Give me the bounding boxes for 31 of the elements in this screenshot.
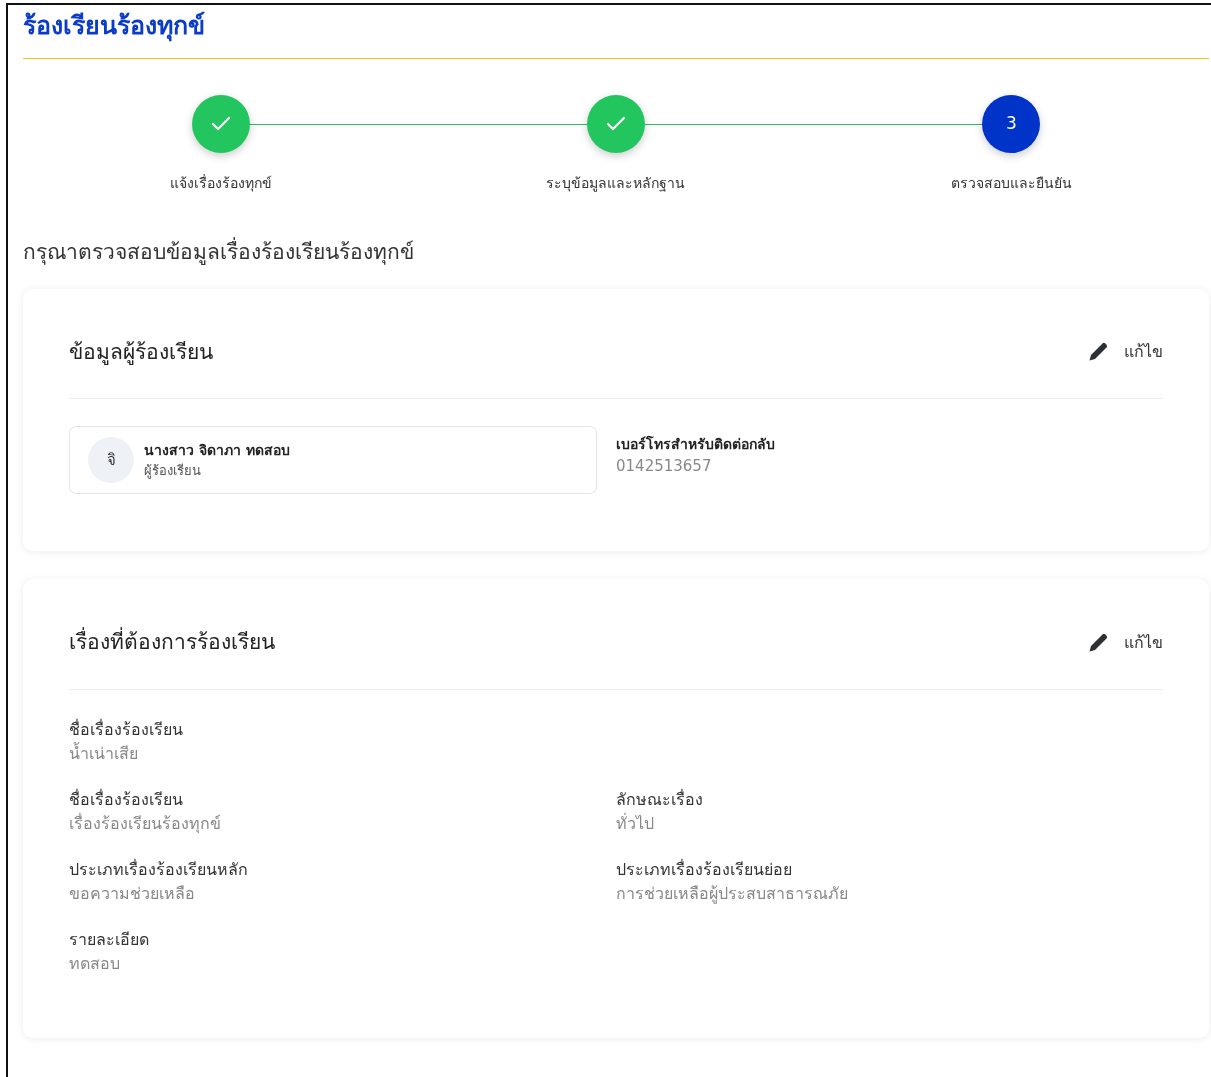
step-label: ระบุข้อมูลและหลักฐาน <box>546 174 686 194</box>
person-name: นางสาว จิดาภา ทดสอบ <box>144 440 290 460</box>
current-step-circle: 3 <box>982 95 1041 153</box>
field-value: ขอความช่วยเหลือ <box>69 882 196 905</box>
field-label: ลักษณะเรื่อง <box>616 788 704 811</box>
field-label: รายละเอียด <box>69 928 150 951</box>
edit-button[interactable]: แก้ไข <box>1088 630 1163 655</box>
field-value: ทั่วไป <box>616 812 655 835</box>
avatar-initial: จิ <box>88 437 134 483</box>
field-value: ทดสอบ <box>69 952 121 975</box>
check-icon <box>606 116 626 132</box>
field-value: การช่วยเหลือผู้ประสบสาธารณภัย <box>616 882 849 906</box>
step-label: ตรวจสอบและยืนยัน <box>950 174 1072 193</box>
field-value: เรื่องร้องเรียนร้องทุกข์ <box>69 812 222 836</box>
field-label: ประเภทเรื่องร้องเรียนหลัก <box>69 858 249 881</box>
check-icon <box>210 116 231 132</box>
pencil-icon <box>1088 342 1108 363</box>
card-title: เรื่องที่ต้องการร้องเรียน <box>69 627 275 659</box>
field-value: 0142513657 <box>616 456 713 477</box>
step-label: แจ้งเรื่องร้องทุกข์ <box>169 173 272 194</box>
field-value: น้ำเน่าเสีย <box>69 741 139 765</box>
pencil-icon <box>1088 632 1108 653</box>
edit-button[interactable]: แก้ไข <box>1088 340 1163 365</box>
field-label: เบอร์โทรสำหรับติดต่อกลับ <box>616 434 776 454</box>
card-title: ข้อมูลผู้ร้องเรียน <box>69 338 213 367</box>
page-title: ร้องเรียนร้องทุกข์ <box>23 5 1209 59</box>
field-label: ประเภทเรื่องร้องเรียนย่อย <box>616 858 793 881</box>
field-label: ชื่อเรื่องร้องเรียน <box>69 718 184 741</box>
field-label: ชื่อเรื่องร้องเรียน <box>69 788 184 811</box>
instruction-text: กรุณาตรวจสอบข้อมูลเรื่องร้องเรียนร้องทุกข์ <box>23 237 1209 269</box>
person-role: ผู้ร้องเรียน <box>144 461 202 481</box>
